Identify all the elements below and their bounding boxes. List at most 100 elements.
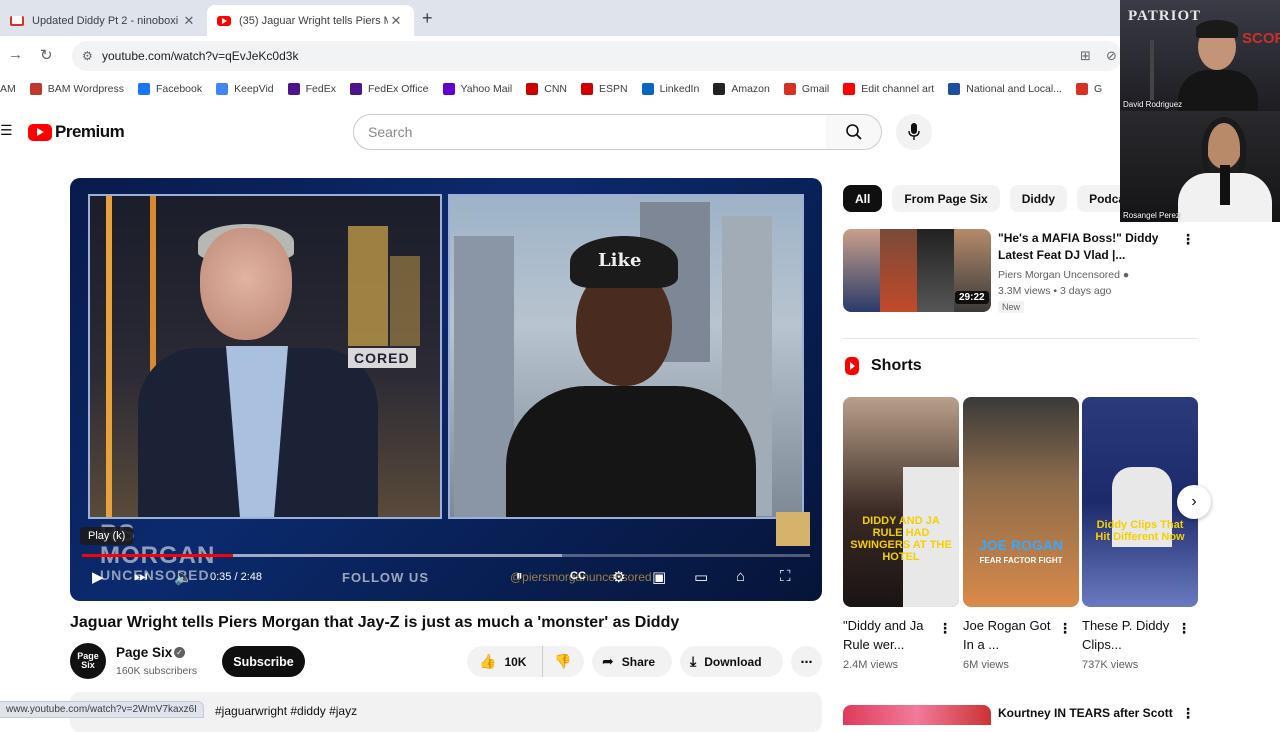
short-caption: Diddy Clips That Hit Different Now — [1095, 519, 1185, 543]
reload-icon[interactable]: ↻ — [40, 46, 53, 64]
bookmark-label: LinkedIn — [659, 83, 700, 95]
browser-tab-youtube[interactable]: (35) Jaguar Wright tells Piers M ✕ — [207, 5, 414, 36]
bookmark-item[interactable]: Amazon — [713, 83, 770, 95]
webcam-feed-bottom: Rosangel Perez — [1120, 111, 1280, 222]
filter-chip[interactable]: From Page Six — [892, 185, 1000, 212]
short-thumbnail-2[interactable]: JOE ROGAN FEAR FACTOR FIGHT — [963, 397, 1079, 607]
search-input[interactable]: Search — [353, 114, 827, 150]
bookmark-item[interactable]: AM — [0, 83, 16, 95]
site-settings-icon[interactable]: ⚙ — [82, 49, 93, 63]
youtube-header: ☰ Premium Search — [0, 102, 1280, 160]
bookmark-favicon-icon — [526, 83, 539, 95]
browser-tab-gmail[interactable]: Updated Diddy Pt 2 - ninoboxi ✕ — [0, 5, 207, 36]
search-icon — [845, 124, 862, 140]
description-hashtags[interactable]: #jaguarwright #diddy #jayz — [215, 704, 357, 718]
video-title: Jaguar Wright tells Piers Morgan that Ja… — [70, 614, 680, 631]
filter-chip[interactable]: All — [843, 185, 883, 212]
cast-icon[interactable]: ⌂ — [736, 568, 745, 585]
kebab-menu-icon[interactable]: ⋮ — [938, 620, 952, 637]
bookmark-item[interactable]: Gmail — [783, 83, 830, 95]
recommended-thumbnail-2[interactable] — [843, 705, 991, 725]
kebab-menu-icon[interactable]: ⋮ — [1177, 620, 1191, 637]
tracking-off-icon[interactable]: ⊘ — [1106, 48, 1117, 64]
link-hover-status: www.youtube.com/watch?v=2WmV7kaxz6I — [0, 701, 204, 718]
subscribe-button[interactable]: Subscribe — [222, 646, 305, 677]
recommended-video[interactable]: 29:22 "He's a MAFIA Boss!" Diddy Latest … — [843, 229, 1197, 313]
play-tooltip: Play (k) — [80, 527, 134, 545]
next-icon[interactable]: ⏭ — [134, 568, 148, 585]
address-bar[interactable]: ⚙ youtube.com/watch?v=qEvJeKc0d3k — [72, 41, 1122, 71]
bookmark-item[interactable]: BAM Wordpress — [29, 83, 124, 95]
thumbs-up-icon: 👍 — [479, 653, 497, 669]
download-button[interactable]: ⤓ Download — [680, 646, 783, 677]
more-actions-button[interactable]: ⋯ — [791, 646, 822, 677]
recommended-title[interactable]: "He's a MAFIA Boss!" Diddy Latest Feat D… — [998, 230, 1178, 264]
download-icon: ⤓ — [690, 653, 697, 669]
filter-chip[interactable]: Diddy — [1009, 185, 1068, 212]
wall-sign-left: PATRIOT — [1128, 8, 1202, 24]
short-title-3[interactable]: These P. Diddy Clips... — [1082, 616, 1178, 654]
bookmarks-bar: AM BAM Wordpress Facebook KeepVid FedEx FedEx… — [0, 76, 1280, 102]
kebab-menu-icon[interactable]: ⋮ — [1181, 705, 1195, 722]
new-tab-button[interactable]: + — [422, 8, 433, 29]
set-sign: CORED — [348, 348, 416, 368]
bookmark-item[interactable]: CNN — [526, 83, 567, 95]
short-caption: DIDDY AND JA RULE HAD SWINGERS AT THE HO… — [850, 515, 952, 563]
video-duration: 29:22 — [955, 291, 989, 304]
short-thumbnail-1[interactable]: DIDDY AND JA RULE HAD SWINGERS AT THE HO… — [843, 397, 959, 607]
close-tab-icon[interactable]: ✕ — [388, 13, 404, 29]
bookmark-item[interactable]: G — [1075, 83, 1102, 95]
bookmark-label: ESPN — [599, 83, 628, 95]
bookmark-favicon-icon — [29, 83, 42, 95]
volume-icon[interactable]: 🔈 — [174, 568, 193, 586]
bookmark-item[interactable]: Yahoo Mail — [442, 83, 512, 95]
like-button[interactable]: 👍 10K — [467, 646, 543, 677]
youtube-premium-logo[interactable]: Premium — [28, 122, 125, 142]
shorts-next-button[interactable]: › — [1177, 485, 1211, 519]
progress-bar[interactable] — [82, 554, 810, 557]
bookmark-item[interactable]: LinkedIn — [641, 83, 700, 95]
bookmark-item[interactable]: FedEx Office — [350, 83, 429, 95]
voice-search-button[interactable] — [896, 114, 932, 150]
bookmark-label: FedEx — [305, 83, 336, 95]
webcam-feed-top: PATRIOT SCORN David Rodriguez — [1120, 0, 1280, 111]
bookmark-item[interactable]: FedEx — [287, 83, 336, 95]
bookmark-item[interactable]: KeepVid — [216, 83, 274, 95]
wall-sign-right: SCORN — [1242, 30, 1280, 47]
share-button[interactable]: ➦ Share — [592, 646, 672, 677]
youtube-icon — [217, 15, 231, 26]
theater-mode-icon[interactable]: ▭ — [694, 568, 708, 586]
settings-gear-icon[interactable]: ⚙ — [612, 568, 625, 586]
autoplay-toggle-icon[interactable]: ⏸ — [516, 568, 523, 584]
kebab-menu-icon[interactable]: ⋮ — [1058, 620, 1072, 637]
search-placeholder: Search — [368, 124, 413, 140]
section-divider — [843, 338, 1197, 339]
channel-name[interactable]: Page Six — [116, 645, 172, 660]
channel-avatar[interactable]: Page Six — [70, 643, 106, 679]
like-dislike-group: 👍 10K 👎 — [467, 646, 584, 677]
close-tab-icon[interactable]: ✕ — [181, 13, 197, 29]
forward-arrow-icon[interactable]: → — [8, 46, 23, 63]
bookmark-favicon-icon — [948, 83, 961, 95]
recommended-title-2[interactable]: Kourtney IN TEARS after Scott — [998, 706, 1173, 720]
search-button[interactable] — [826, 114, 882, 150]
bookmark-item[interactable]: ESPN — [581, 83, 628, 95]
bookmark-item[interactable]: National and Local... — [948, 83, 1062, 95]
menu-icon[interactable]: ☰ — [0, 122, 13, 139]
bookmark-label: Gmail — [801, 83, 830, 95]
short-views-2: 6M views — [963, 659, 1009, 671]
play-icon[interactable]: ▶ — [92, 568, 104, 586]
kebab-menu-icon[interactable]: ⋮ — [1181, 231, 1195, 248]
captions-icon[interactable]: CC — [570, 570, 586, 582]
fullscreen-icon[interactable]: ⛶ — [780, 568, 791, 585]
bookmark-item[interactable]: Facebook — [138, 83, 202, 95]
short-views-3: 737K views — [1082, 659, 1139, 671]
install-app-icon[interactable]: ⊞ — [1080, 48, 1091, 64]
short-title-2[interactable]: Joe Rogan Got In a ... — [963, 616, 1059, 654]
chevron-right-icon: › — [1191, 493, 1197, 510]
short-title-1[interactable]: "Diddy and Ja Rule wer... — [843, 616, 939, 654]
video-player[interactable]: CORED Like RS MORGAN UNCENSORED FOLLOW U… — [70, 178, 822, 601]
miniplayer-icon[interactable]: ▣ — [652, 568, 666, 586]
dislike-button[interactable]: 👎 — [543, 646, 583, 677]
bookmark-item[interactable]: Edit channel art — [843, 83, 934, 95]
